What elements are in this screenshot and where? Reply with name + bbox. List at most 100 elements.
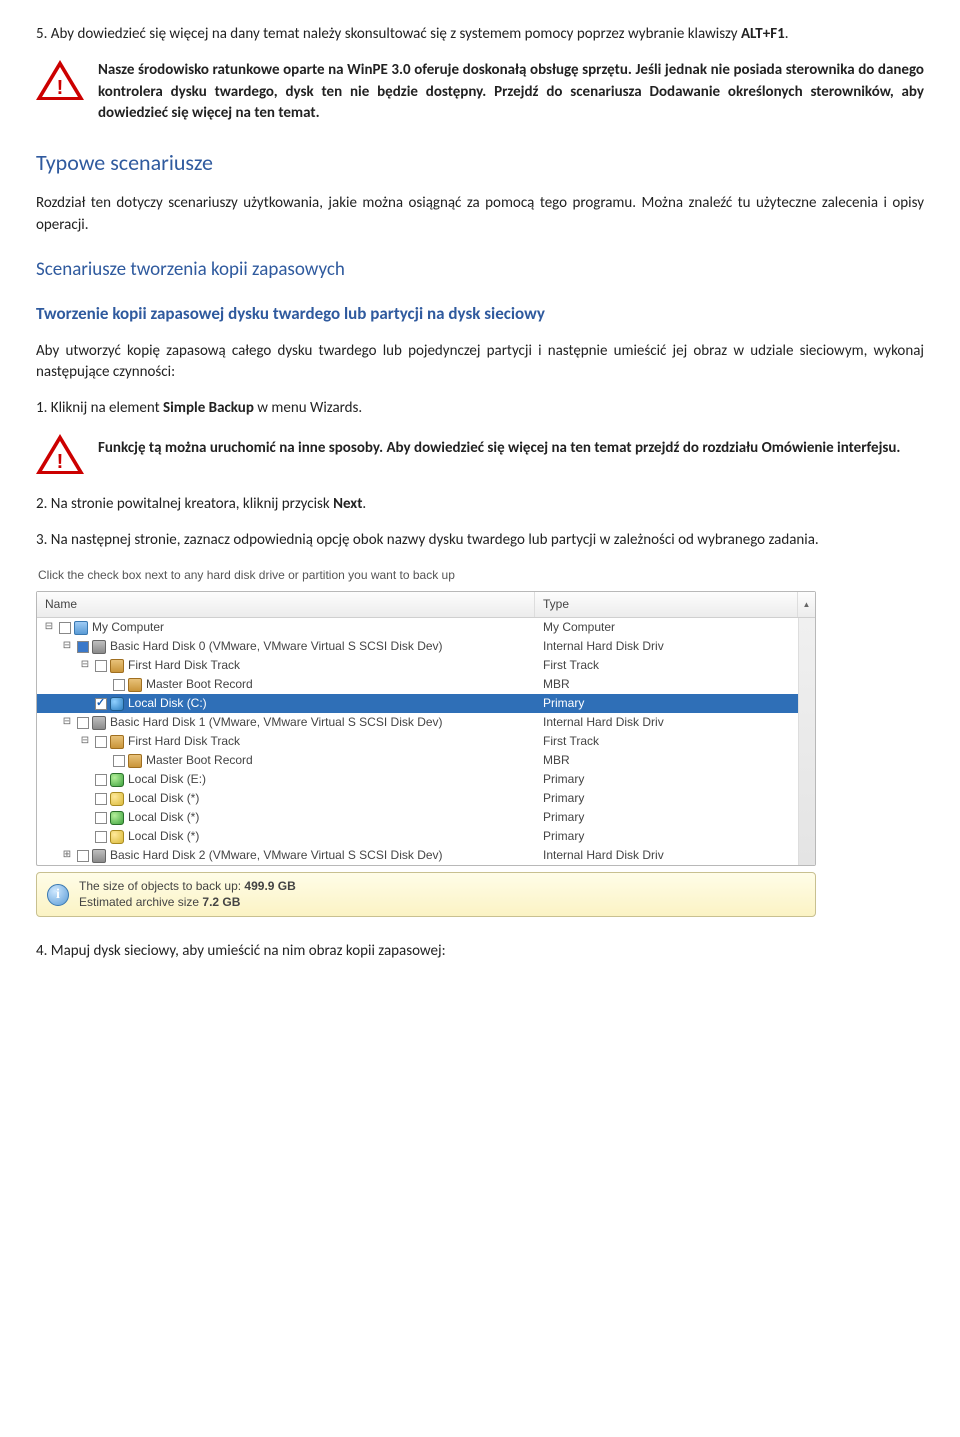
tree-row[interactable]: Local Disk (*) Primary [37, 808, 798, 827]
tree-cell-type: Primary [535, 771, 798, 788]
wizard-instruction: Click the check box next to any hard dis… [36, 565, 816, 590]
tree-cell-name: ⊟ First Hard Disk Track [37, 657, 535, 674]
step-5-text: 5. Aby dowiedzieć się więcej na dany tem… [36, 24, 924, 46]
tree-toggle-icon[interactable]: ⊟ [43, 622, 55, 634]
tree-toggle-icon[interactable]: ⊞ [61, 850, 73, 862]
info-archive-value: 7.2 GB [202, 895, 240, 909]
tree-toggle-icon[interactable]: ⊟ [61, 641, 73, 653]
tree-row[interactable]: ⊟Basic Hard Disk 1 (VMware, VMware Virtu… [37, 713, 798, 732]
tree-toggle-icon[interactable]: ⊟ [79, 736, 91, 748]
tree-checkbox[interactable] [77, 641, 89, 653]
tree-row[interactable]: Local Disk (*) Primary [37, 827, 798, 846]
tree-row[interactable]: Master Boot RecordMBR [37, 675, 798, 694]
tree-checkbox[interactable] [95, 660, 107, 672]
tree-checkbox[interactable] [113, 679, 125, 691]
tree-row[interactable]: Local Disk (E:)Primary [37, 770, 798, 789]
tree-toggle-icon [79, 812, 91, 824]
tree-cell-name: Master Boot Record [37, 752, 535, 769]
tree-checkbox[interactable] [95, 793, 107, 805]
cyl-y-icon [110, 830, 124, 844]
text: 1. Kliknij na element [36, 399, 163, 417]
tree-toggle-icon[interactable]: ⊟ [79, 660, 91, 672]
tree-row[interactable]: ⊟ Basic Hard Disk 0 (VMware, VMware Virtu… [37, 637, 798, 656]
tree-checkbox[interactable] [113, 755, 125, 767]
trk-icon [128, 678, 142, 692]
tree-toggle-icon [79, 831, 91, 843]
tree-cell-name: ⊟ First Hard Disk Track [37, 733, 535, 750]
tree-cell-name: ⊞ Basic Hard Disk 2 (VMware, VMware Virtu… [37, 847, 535, 864]
tree-item-label: Basic Hard Disk 0 (VMware, VMware Virtua… [110, 638, 443, 655]
step-4-text: 4. Mapuj dysk sieciowy, aby umieścić na … [36, 941, 924, 963]
tree-checkbox[interactable] [77, 850, 89, 862]
info-lines: The size of objects to back up: 499.9 GB… [79, 879, 296, 910]
hdd-icon [92, 716, 106, 730]
column-header-name[interactable]: Name [37, 592, 535, 617]
scroll-up-icon[interactable]: ▲ [797, 592, 815, 617]
tree-cell-name: Local Disk (*) [37, 809, 535, 826]
backup-intro: Aby utworzyć kopię zapasową całego dysku… [36, 341, 924, 385]
warning-icon: ! [36, 60, 84, 104]
info-archive-label: Estimated archive size [79, 895, 202, 909]
tree-toggle-icon [97, 679, 109, 691]
tree-item-label: Master Boot Record [146, 676, 253, 693]
tree-cell-name: ⊟ Basic Hard Disk 0 (VMware, VMware Virtu… [37, 638, 535, 655]
tree-item-label: Local Disk (C:) [128, 695, 207, 712]
tree-row[interactable]: ⊟ First Hard Disk Track First Track [37, 732, 798, 751]
trk-icon [128, 754, 142, 768]
tree-row[interactable]: Local Disk (C:)Primary [37, 694, 798, 713]
tree-row[interactable]: ⊟My ComputerMy Computer [37, 618, 798, 637]
tree-cell-type: Internal Hard Disk Driv [535, 638, 798, 655]
tree-checkbox[interactable] [95, 812, 107, 824]
tree-row[interactable]: Local Disk (*)Primary [37, 789, 798, 808]
tree-cell-type: Primary [535, 790, 798, 807]
tree-item-label: Local Disk (*) [128, 828, 199, 845]
trk-icon [110, 735, 124, 749]
tree-toggle-icon [97, 755, 109, 767]
tree-checkbox[interactable] [95, 736, 107, 748]
tree-body: ⊟My ComputerMy Computer⊟Basic Hard Disk … [37, 618, 798, 865]
text: . [362, 495, 366, 513]
info-bar: i The size of objects to back up: 499.9 … [36, 872, 816, 917]
tree-checkbox[interactable] [77, 717, 89, 729]
tree-cell-type: Internal Hard Disk Driv [535, 714, 798, 731]
heading-backup-scenarios: Scenariusze tworzenia kopii zapasowych [36, 256, 924, 284]
column-header-type[interactable]: Type [535, 592, 797, 617]
cyl-g-icon [110, 811, 124, 825]
tree-cell-type: First Track [535, 657, 798, 674]
tree-checkbox[interactable] [95, 774, 107, 786]
cyl-g-icon [110, 773, 124, 787]
tree-panel: Name Type ▲ ⊟My ComputerMy Computer⊟Basi… [36, 591, 816, 866]
shortcut: ALT+F1 [741, 25, 785, 43]
tree-item-label: First Hard Disk Track [128, 733, 240, 750]
text: . [785, 25, 789, 43]
warning-text: Funkcję tą można uruchomić na inne sposo… [98, 434, 924, 460]
tree-toggle-icon[interactable]: ⊟ [61, 717, 73, 729]
cyl-y-icon [110, 792, 124, 806]
tree-cell-type: Primary [535, 828, 798, 845]
warning-note-1: ! Nasze środowisko ratunkowe oparte na W… [36, 60, 924, 125]
tree-row[interactable]: Master Boot RecordMBR [37, 751, 798, 770]
text: 5. Aby dowiedzieć się więcej na dany tem… [36, 25, 741, 43]
tree-item-label: First Hard Disk Track [128, 657, 240, 674]
hdd-icon [92, 849, 106, 863]
intro-paragraph: Rozdział ten dotyczy scenariuszy użytkow… [36, 193, 924, 237]
tree-cell-name: Local Disk (E:) [37, 771, 535, 788]
tree-cell-name: Local Disk (*) [37, 790, 535, 807]
warning-icon: ! [36, 434, 84, 478]
tree-checkbox[interactable] [95, 831, 107, 843]
tree-item-label: Basic Hard Disk 2 (VMware, VMware Virtua… [110, 847, 443, 864]
tree-cell-type: First Track [535, 733, 798, 750]
text: w menu Wizards. [254, 399, 362, 417]
tree-item-label: Local Disk (*) [128, 809, 199, 826]
heading-backup-to-network: Tworzenie kopii zapasowej dysku twardego… [36, 302, 924, 327]
tree-checkbox[interactable] [95, 698, 107, 710]
tree-cell-type: Primary [535, 809, 798, 826]
tree-row[interactable]: ⊞ Basic Hard Disk 2 (VMware, VMware Virtu… [37, 846, 798, 865]
tree-cell-name: ⊟My Computer [37, 619, 535, 636]
menu-name: Simple Backup [163, 399, 254, 417]
tree-toggle-icon [79, 774, 91, 786]
scrollbar[interactable] [798, 618, 815, 865]
tree-row[interactable]: ⊟ First Hard Disk Track First Track [37, 656, 798, 675]
warning-text: Nasze środowisko ratunkowe oparte na Win… [98, 60, 924, 125]
tree-checkbox[interactable] [59, 622, 71, 634]
